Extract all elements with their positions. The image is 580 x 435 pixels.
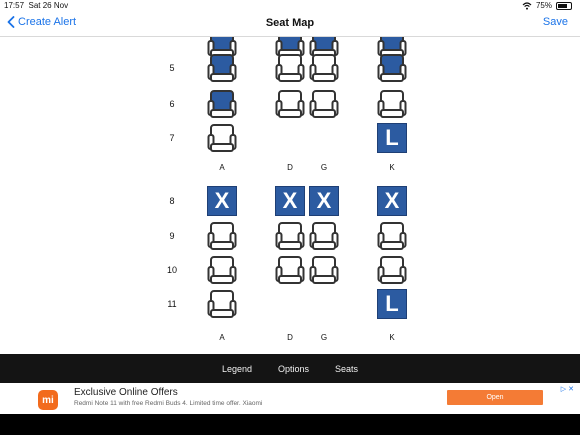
seat-5G-available-icon[interactable] [309,53,339,83]
seat-6K-available-icon[interactable] [377,89,407,119]
seat-5K-occupied-icon[interactable] [377,53,407,83]
seats-button[interactable]: Seats [335,364,358,374]
ad-banner[interactable]: mi Exclusive Online Offers Redmi Note 11… [0,383,580,414]
battery-icon [556,1,572,10]
blocked-seat-marker[interactable]: X [309,186,339,216]
ad-subtitle: Redmi Note 11 with free Redmi Buds 4. Li… [74,400,263,407]
column-label: D [287,333,293,342]
ad-choices-icon[interactable]: ▷ ✕ [561,385,574,393]
save-button[interactable]: Save [543,16,568,28]
battery-fill [558,3,567,8]
legend-button[interactable]: Legend [222,364,252,374]
row-number: 11 [167,299,177,309]
wifi-icon [522,1,532,10]
page-title: Seat Map [265,17,315,29]
xiaomi-logo: mi [38,390,58,410]
seat-6A-occupied-icon[interactable] [207,89,237,119]
seat-map: 5 6 7 L A D G K 8 X X X X 9 10 11 L A D G K [0,37,580,354]
column-label: D [287,163,293,172]
row-number: 5 [169,63,175,73]
seat-9K-available-icon[interactable] [377,221,407,251]
row-number: 6 [169,99,175,109]
options-button[interactable]: Options [278,364,309,374]
blocked-seat-marker[interactable]: X [275,186,305,216]
seat-9G-available-icon[interactable] [309,221,339,251]
seat-6G-available-icon[interactable] [309,89,339,119]
row-number: 10 [166,265,177,275]
column-label: K [389,333,395,342]
seat-9D-available-icon[interactable] [275,221,305,251]
status-time-date: 17:57 Sat 26 Nov [4,1,69,10]
seat-11A-available-icon[interactable] [207,289,237,319]
row-number: 9 [169,231,175,241]
seat-5A-occupied-icon[interactable] [207,53,237,83]
seat-9A-available-icon[interactable] [207,221,237,251]
seat-5D-available-icon[interactable] [275,53,305,83]
column-label: K [389,163,395,172]
column-label: A [219,163,225,172]
seat-10A-available-icon[interactable] [207,255,237,285]
seat-7A-available-icon[interactable] [207,123,237,153]
lavatory-marker[interactable]: L [377,289,407,319]
blocked-seat-marker[interactable]: X [377,186,407,216]
blocked-seat-marker[interactable]: X [207,186,237,216]
row-number: 7 [169,133,175,143]
column-label: A [219,333,225,342]
bottom-toolbar: Legend Options Seats [0,354,580,383]
seat-10D-available-icon[interactable] [275,255,305,285]
battery-percent: 75% [535,1,552,10]
seat-10K-available-icon[interactable] [377,255,407,285]
row-number: 8 [169,196,175,206]
ad-title: Exclusive Online Offers [74,387,178,398]
status-bar: 17:57 Sat 26 Nov 75% [0,0,580,12]
ad-open-button[interactable]: Open [447,390,543,405]
bottom-bar [0,414,580,435]
column-label: G [320,333,328,342]
seat-6D-available-icon[interactable] [275,89,305,119]
lavatory-marker[interactable]: L [377,123,407,153]
navigation-bar: Create Alert Seat Map Save [0,12,580,37]
status-right: 75% [522,1,572,10]
column-label: G [320,163,328,172]
seat-10G-available-icon[interactable] [309,255,339,285]
